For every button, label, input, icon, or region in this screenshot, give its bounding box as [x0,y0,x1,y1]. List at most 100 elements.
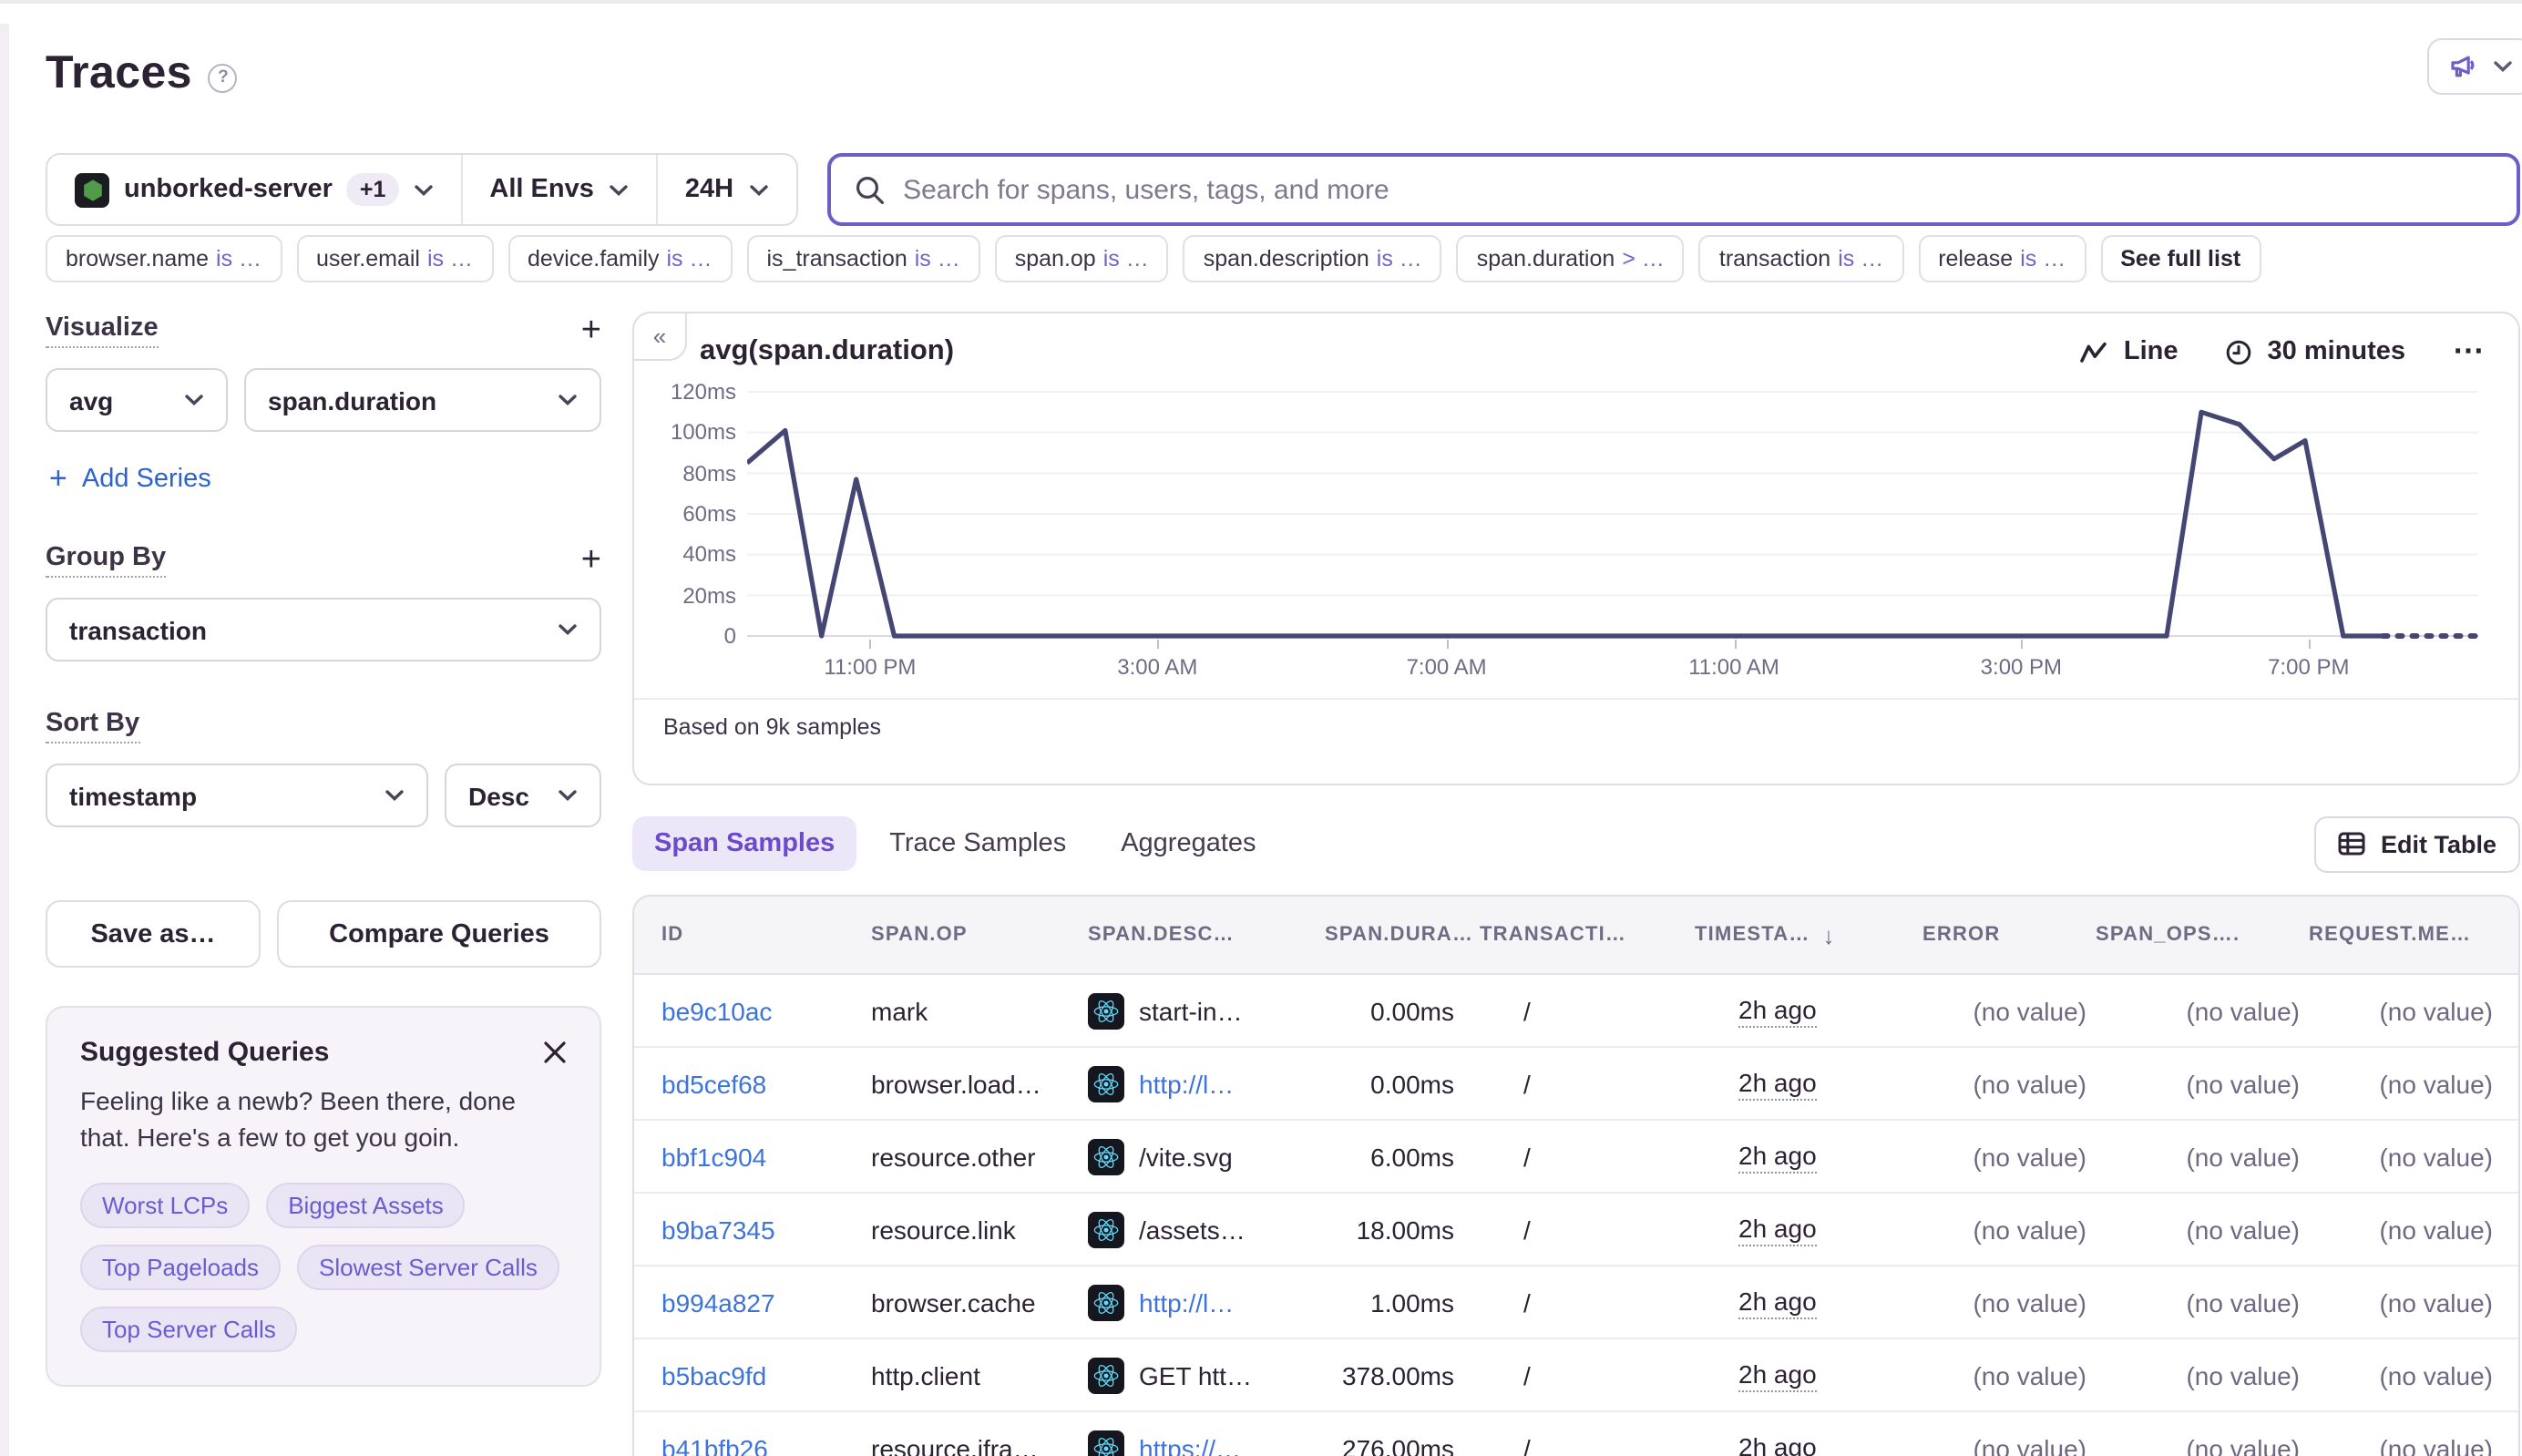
metric-select[interactable]: span.duration [244,368,601,432]
table-column-header[interactable]: ID ↓ [661,924,871,946]
span-id-link[interactable]: bbf1c904 [661,1142,766,1171]
x-axis-label: 7:00 AM [1407,654,1487,680]
quick-filter-chip[interactable]: transaction is … [1699,235,1903,282]
suggested-query-chip[interactable]: Worst LCPs [80,1182,250,1227]
sort-direction-select[interactable]: Desc [445,764,601,827]
span-description-link[interactable]: http://l… [1139,1069,1234,1098]
span-id-link[interactable]: b5bac9fd [661,1360,766,1389]
span-id-link[interactable]: b994a827 [661,1287,775,1317]
results-tab[interactable]: Span Samples [632,816,856,871]
collapse-sidebar-icon[interactable]: « [632,312,687,361]
x-axis-label: 11:00 PM [824,654,916,680]
add-visualize-button[interactable]: + [581,313,601,348]
span-op-cell: resource.ifra… [871,1433,1088,1456]
environment-selector[interactable]: All Envs [460,155,655,224]
close-icon[interactable] [543,1041,567,1064]
sort-field-select[interactable]: timestamp [46,764,428,827]
suggested-query-chip[interactable]: Top Pageloads [80,1244,281,1289]
table-column-header[interactable]: ERROR ↓ [1922,924,2096,946]
span-description-link[interactable]: /vite.svg [1139,1142,1233,1171]
help-icon[interactable]: ? [209,63,238,92]
quick-filter-chip[interactable]: is_transaction is … [747,235,980,282]
span-description-link[interactable]: https://… [1139,1433,1241,1456]
table-column-header[interactable]: SPAN_OPS…. ↓ [2096,924,2309,946]
chart-type-toggle[interactable]: Line [2080,337,2179,366]
table-row: bd5cef68 browser.load… http://l… 0.00ms … [634,1048,2518,1121]
react-project-icon [1088,1211,1124,1247]
results-tab[interactable]: Trace Samples [867,816,1088,871]
request-method-cell: (no value) [2309,1069,2518,1098]
see-full-list-button[interactable]: See full list [2100,235,2261,282]
project-extra-count: +1 [347,173,399,206]
search-icon [854,174,885,205]
quick-filter-chip[interactable]: browser.name is … [46,235,282,282]
collapsed-nav-edge [0,24,9,1456]
date-range-selector[interactable]: 24H [656,155,795,224]
project-selector[interactable]: unborked-server +1 [47,155,460,224]
suggested-query-chip[interactable]: Top Server Calls [80,1306,298,1351]
suggested-query-chip[interactable]: Slowest Server Calls [297,1244,559,1289]
plus-icon: + [49,461,67,497]
search-input[interactable]: Search for spans, users, tags, and more [826,153,2520,226]
span-op-cell: browser.cache [871,1287,1088,1317]
error-cell: (no value) [1922,1069,2096,1098]
span-description-link[interactable]: start-in… [1139,996,1243,1025]
edit-table-button[interactable]: Edit Table [2315,815,2520,872]
span-description-cell: http://l… [1088,1284,1325,1320]
add-series-button[interactable]: + Add Series [49,461,211,497]
chevron-down-icon [184,394,204,406]
date-range-label: 24H [685,175,733,204]
whats-new-button[interactable] [2427,38,2522,95]
quick-filter-chip[interactable]: span.op is … [995,235,1169,282]
y-axis-label: 80ms [682,460,736,486]
span-description-link[interactable]: /assets… [1139,1215,1246,1244]
results-tabs: Span Samples Trace Samples Aggregates Ed… [632,815,2520,873]
results-tab[interactable]: Aggregates [1099,816,1277,871]
save-as-button[interactable]: Save as… [46,900,261,968]
span-description-cell: /vite.svg [1088,1138,1325,1174]
span-description-link[interactable]: GET htt… [1139,1360,1252,1389]
span-id-link[interactable]: b41bfb26 [661,1433,768,1456]
quick-filter-chip[interactable]: user.email is … [296,235,493,282]
chart-options-icon[interactable]: ⋯ [2453,333,2486,370]
quick-filter-chip[interactable]: release is … [1918,235,2086,282]
samples-note: Based on 9k samples [634,698,2518,754]
table-column-header[interactable]: TRANSACTI… ↓ [1480,924,1695,946]
span-id-link[interactable]: b9ba7345 [661,1215,775,1244]
span-id-link[interactable]: bd5cef68 [661,1069,766,1098]
aggregate-select[interactable]: avg [46,368,228,432]
table-column-header[interactable]: TIMESTA… ↓ [1695,921,1922,948]
span-description-link[interactable]: http://l… [1139,1287,1234,1317]
y-axis-label: 120ms [671,379,736,405]
table-row: b5bac9fd http.client GET htt… 378.00ms /… [634,1339,2518,1412]
x-axis-label: 7:00 PM [2268,654,2349,680]
table-column-header[interactable]: SPAN.OP ↓ [871,924,1088,946]
table-row: bbf1c904 resource.other /vite.svg 6.00ms… [634,1121,2518,1194]
group-by-select[interactable]: transaction [46,598,601,661]
table-column-header[interactable]: REQUEST.ME… ↓ [2309,924,2518,946]
table-column-header[interactable]: SPAN.DURA… ↓ [1325,924,1480,946]
chevron-down-icon [558,623,578,636]
group-by-label: Group By [46,543,166,578]
error-cell: (no value) [1922,1433,2096,1456]
table-column-header[interactable]: SPAN.DESC… ↓ [1088,924,1325,946]
y-axis-label: 60ms [682,501,736,527]
transaction-cell: / [1480,1215,1695,1244]
quick-filter-chip[interactable]: span.description is … [1184,235,1442,282]
chart-interval-selector[interactable]: 30 minutes [2226,337,2406,366]
add-group-by-button[interactable]: + [581,543,601,578]
request-method-cell: (no value) [2309,1142,2518,1171]
span-ops-cell: (no value) [2096,1287,2309,1317]
span-id-link[interactable]: be9c10ac [661,996,772,1025]
quick-filter-chip[interactable]: span.duration > … [1457,235,1685,282]
sort-desc-icon[interactable]: ↓ [1823,921,1836,948]
suggested-query-chip[interactable]: Biggest Assets [266,1182,466,1227]
span-description-cell: /assets… [1088,1211,1325,1247]
span-ops-cell: (no value) [2096,1433,2309,1456]
table-row: b41bfb26 resource.ifra… https://… 276.00… [634,1412,2518,1456]
react-project-icon [1088,992,1124,1029]
error-cell: (no value) [1922,1215,2096,1244]
compare-queries-button[interactable]: Compare Queries [277,900,601,968]
quick-filter-chip[interactable]: device.family is … [507,235,733,282]
quick-filters-row: browser.name is … user.email is … device… [46,235,2515,282]
